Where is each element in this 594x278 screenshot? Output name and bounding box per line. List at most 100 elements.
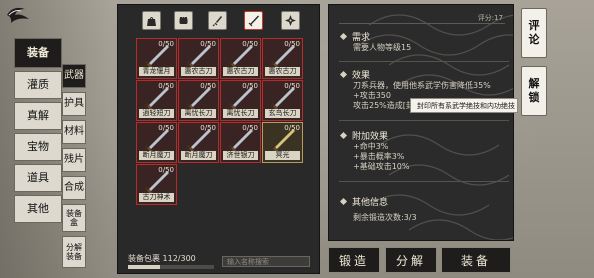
seal-effect-tooltip: 封印所有系武学绝技和内功绝技: [410, 98, 518, 113]
bag-capacity-fill: [128, 265, 161, 269]
diamond-bullet-icon: [339, 197, 348, 206]
fist-icon: [179, 17, 188, 24]
comment-char: 论: [528, 33, 540, 46]
sword-icon: [248, 15, 259, 27]
category-tab[interactable]: 其他: [14, 195, 62, 223]
bag-icon: [147, 17, 156, 26]
equip-button[interactable]: 装备: [441, 247, 511, 273]
category-tab[interactable]: 真解: [14, 102, 62, 130]
subcategory-tab[interactable]: 材料: [62, 120, 86, 144]
item-count: 0/50: [200, 40, 216, 48]
subcategory-list: 武器护具材料残片合成装备盒分解装备: [62, 64, 86, 272]
requirement-title: 需求: [352, 33, 371, 43]
item-count: 0/50: [158, 40, 174, 48]
item-slot[interactable]: 0/50 离忧长刀: [178, 80, 219, 121]
divider: [339, 61, 509, 62]
category-tab[interactable]: 宝物: [14, 133, 62, 161]
item-name: 济世银刀: [223, 151, 258, 160]
item-slot[interactable]: 0/50 逍轻短刀: [136, 80, 177, 121]
item-name: 断月魔刀: [181, 151, 216, 160]
subcategory-tab[interactable]: 残片: [62, 148, 86, 172]
item-name: 玄鸟长刀: [265, 109, 300, 118]
item-count: 0/50: [284, 40, 300, 48]
dagger-icon: [212, 16, 222, 27]
subcategory-tab[interactable]: 武器: [62, 64, 86, 88]
search-input[interactable]: 输入名称搜索: [222, 256, 310, 267]
divider: [339, 120, 509, 121]
inventory-panel: 0/50 青龙偃月 0/50 惠农古刀 0/50 惠农古刀 0/50 惠农古刀 0/50 逍轻短刀…: [117, 4, 320, 274]
filter-bag-button[interactable]: [142, 11, 161, 30]
category-list: 装备灌质真解宝物道具其他: [14, 38, 62, 226]
forge-button[interactable]: 锻造: [328, 247, 380, 273]
item-count: 0/50: [200, 124, 216, 132]
item-name: 离忧长刀: [223, 109, 258, 118]
item-slot[interactable]: 0/50 玄鸟长刀: [262, 80, 303, 121]
item-count: 0/50: [242, 40, 258, 48]
item-name: 逍轻短刀: [139, 109, 174, 118]
filter-shuriken-button[interactable]: [281, 11, 300, 30]
comment-char: 评: [528, 19, 540, 32]
extra-effect-title: 附加效果: [352, 132, 389, 142]
extra-effect-section: 附加效果 +命中3% +暴击概率3% +基础攻击10%: [339, 129, 509, 172]
subcategory-tab[interactable]: 护具: [62, 92, 86, 116]
item-slot[interactable]: 0/50 冥光: [262, 122, 303, 163]
unlock-char: 解: [528, 77, 540, 90]
item-slot[interactable]: 0/50 断月魔刀: [178, 122, 219, 163]
item-count: 0/50: [158, 124, 174, 132]
requirement-line: 需要人物等级15: [353, 43, 412, 52]
bag-capacity-bar: [128, 265, 214, 269]
item-slot[interactable]: 0/50 济世银刀: [220, 122, 261, 163]
item-slot[interactable]: 0/50 断月魔刀: [136, 122, 177, 163]
comment-button[interactable]: 评 论: [521, 8, 547, 58]
item-name: 古刀神术: [139, 193, 174, 202]
item-slot[interactable]: 0/50 惠农古刀: [220, 38, 261, 79]
item-slot[interactable]: 0/50 惠农古刀: [178, 38, 219, 79]
score-row: 评分:17: [339, 13, 505, 24]
item-name: 青龙偃月: [139, 67, 174, 76]
diamond-bullet-icon: [339, 32, 348, 41]
requirement-section: 需求 需要人物等级15: [339, 30, 509, 53]
diamond-bullet-icon: [339, 131, 348, 140]
item-name: 惠农古刀: [265, 67, 300, 76]
effect-line: 刀系兵器，使用他系武学伤害降低35%: [353, 81, 491, 90]
item-slot[interactable]: 0/50 离忧长刀: [220, 80, 261, 121]
divider: [339, 181, 509, 182]
filter-sword-button[interactable]: [244, 11, 263, 30]
extra-effect-line: +基础攻击10%: [353, 162, 410, 171]
unlock-button[interactable]: 解 锁: [521, 66, 547, 116]
item-name: 惠农古刀: [223, 67, 258, 76]
item-count: 0/50: [242, 82, 258, 90]
subcategory-tab[interactable]: 分解装备: [62, 236, 86, 268]
item-count: 0/50: [158, 166, 174, 174]
dismantle-button[interactable]: 分解: [385, 247, 437, 273]
item-name: 冥光: [265, 151, 300, 160]
shuriken-icon: [285, 15, 296, 26]
extra-effect-line: +暴击概率3%: [353, 152, 405, 161]
category-tab[interactable]: 装备: [14, 38, 62, 68]
effect-title: 效果: [352, 71, 371, 81]
item-slot[interactable]: 0/50 惠农古刀: [262, 38, 303, 79]
category-tab[interactable]: 灌质: [14, 71, 62, 99]
item-slot[interactable]: 0/50 古刀神术: [136, 164, 177, 205]
subcategory-tab[interactable]: 装备盒: [62, 204, 86, 232]
other-info-section: 其他信息 剩余锻造次数:3/3: [339, 195, 509, 223]
item-count: 0/50: [242, 124, 258, 132]
back-button[interactable]: [3, 3, 33, 25]
item-count: 0/50: [284, 124, 300, 132]
item-name: 惠农古刀: [181, 67, 216, 76]
subcategory-tab[interactable]: 合成: [62, 176, 86, 200]
extra-effect-line: +命中3%: [353, 142, 389, 151]
item-slot[interactable]: 0/50 青龙偃月: [136, 38, 177, 79]
filter-fist-button[interactable]: [174, 11, 193, 30]
item-score: 评分:17: [477, 14, 503, 22]
category-tab[interactable]: 道具: [14, 164, 62, 192]
item-count: 0/50: [284, 82, 300, 90]
filter-dagger-button[interactable]: [208, 11, 227, 30]
item-name: 离忧长刀: [181, 109, 216, 118]
swirl-back-icon: [7, 7, 29, 23]
diamond-bullet-icon: [339, 70, 348, 79]
unlock-char: 锁: [528, 91, 540, 104]
item-detail-panel: 评分:17 需求 需要人物等级15 效果 刀系兵器，使用他系武学伤害降低35% …: [328, 4, 514, 241]
bag-capacity-label: 装备包裹 112/300: [128, 254, 196, 263]
other-info-title: 其他信息: [352, 198, 389, 208]
